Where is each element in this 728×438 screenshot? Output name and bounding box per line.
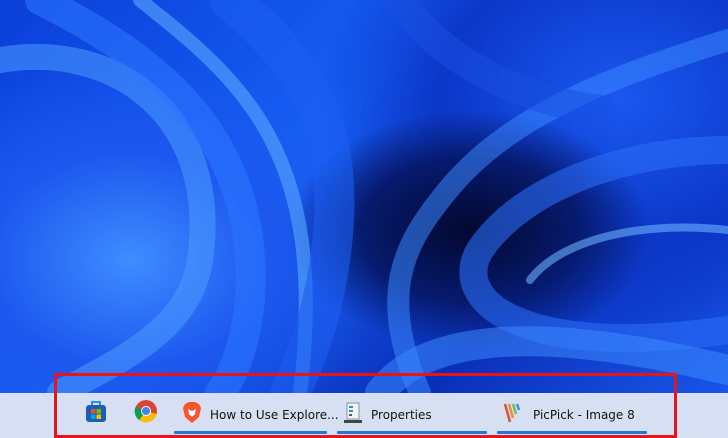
- highlight-box: [54, 373, 677, 438]
